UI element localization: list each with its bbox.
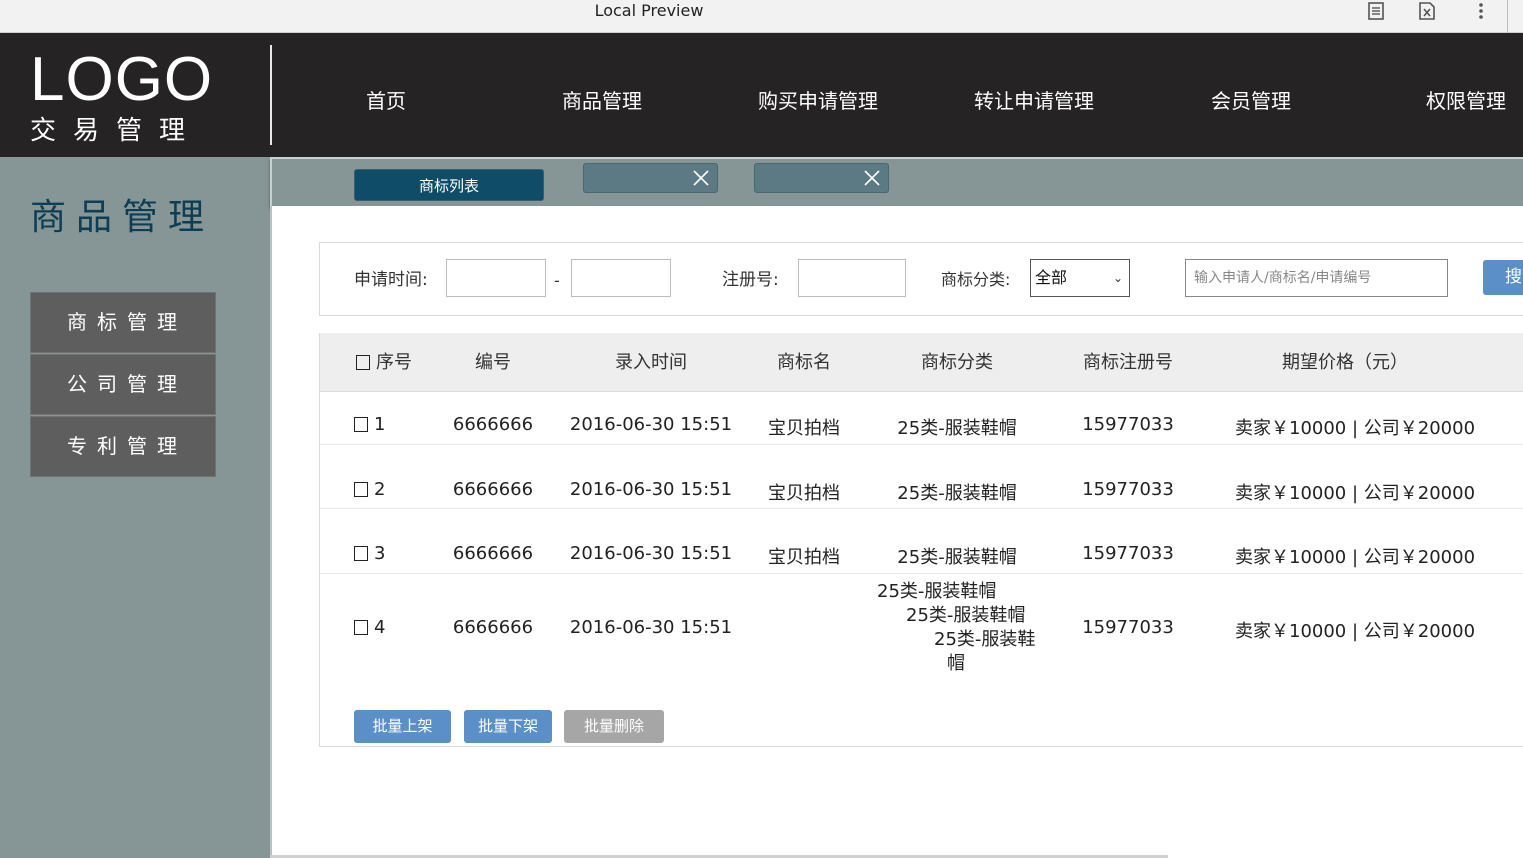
nav-members[interactable]: 会员管理	[1198, 83, 1304, 119]
row-category: 25类-服装鞋帽	[897, 418, 1017, 439]
row-index: 3	[354, 543, 385, 564]
row-reg-no: 15977033	[1082, 543, 1174, 564]
tab-blank-1[interactable]	[583, 163, 718, 193]
row-time: 2016-06-30 15:51	[569, 479, 733, 500]
row-time: 2016-06-30 15:51	[569, 414, 733, 435]
row-index: 2	[354, 479, 385, 500]
table-row[interactable]: 2 6666666 2016-06-30 15:51 宝贝拍档 25类-服装鞋帽…	[320, 445, 1523, 509]
more-menu-icon[interactable]	[1470, 0, 1492, 22]
row-checkbox[interactable]	[354, 417, 368, 432]
sidebar-title: 商品管理	[30, 197, 215, 238]
header-code: 编号	[475, 352, 511, 373]
nav-goods[interactable]: 商品管理	[548, 83, 656, 119]
header-index: 序号	[356, 333, 436, 392]
table-header: 序号 编号 录入时间 商标名 商标分类 商标注册号 期望价格（元）	[320, 333, 1523, 392]
sidebar: 商品管理 商标管理 公司管理 专利管理	[0, 157, 270, 858]
chrome-divider	[1507, 0, 1508, 33]
header-reg-no: 商标注册号	[1083, 352, 1173, 373]
batch-unlist-button[interactable]: 批量下架	[464, 710, 552, 743]
nav-transfer-requests[interactable]: 转让申请管理	[966, 83, 1102, 119]
tab-trademark-list[interactable]: 商标列表	[354, 169, 544, 201]
logo[interactable]: LOGO	[30, 45, 213, 115]
search-input[interactable]: 输入申请人/商标名/申请编号	[1185, 259, 1448, 297]
row-checkbox[interactable]	[354, 620, 368, 635]
row-category: 25类-服装鞋帽	[897, 547, 1017, 568]
category-select-value: 全部	[1035, 268, 1068, 287]
header-divider	[270, 45, 272, 145]
search-button[interactable]: 搜	[1483, 260, 1523, 295]
row-reg-no: 15977033	[1082, 617, 1174, 638]
row-checkbox[interactable]	[354, 482, 368, 497]
logo-subtitle: 交易管理	[30, 116, 203, 146]
row-code: 6666666	[452, 479, 534, 500]
row-price: 卖家￥10000 | 公司￥20000	[1235, 547, 1476, 568]
header-name: 商标名	[777, 352, 831, 373]
row-name: 宝贝拍档	[768, 418, 840, 439]
close-icon[interactable]	[691, 168, 711, 188]
chevron-down-icon: ⌄	[1112, 271, 1123, 285]
table-row[interactable]: 4 6666666 2016-06-30 15:51 25类-服装鞋帽 25类-…	[320, 574, 1523, 684]
date-start-input[interactable]	[446, 259, 546, 297]
row-time: 2016-06-30 15:51	[569, 543, 733, 564]
row-category-line: 帽	[947, 653, 965, 674]
nav-home[interactable]: 首页	[340, 83, 432, 119]
browser-titlebar: Local Preview	[0, 0, 1523, 33]
row-checkbox[interactable]	[354, 546, 368, 561]
browser-title: Local Preview	[594, 1, 704, 20]
select-all-checkbox[interactable]	[356, 355, 370, 370]
nav-purchase-requests[interactable]: 购买申请管理	[750, 83, 886, 119]
reg-label: 注册号:	[722, 270, 779, 290]
reg-number-input[interactable]	[798, 259, 906, 297]
app-header: LOGO 交易管理 首页 商品管理 购买申请管理 转让申请管理 会员管理 权限管…	[0, 33, 1523, 157]
row-index-label: 1	[374, 414, 386, 435]
sidebar-item-patent[interactable]: 专利管理	[30, 416, 216, 477]
row-index: 4	[354, 617, 385, 638]
row-price: 卖家￥10000 | 公司￥20000	[1235, 418, 1476, 439]
date-label: 申请时间:	[354, 270, 428, 290]
row-category-line: 25类-服装鞋帽	[906, 605, 1026, 626]
reader-icon[interactable]	[1365, 0, 1387, 22]
date-end-input[interactable]	[571, 259, 671, 297]
batch-delete-button[interactable]: 批量删除	[564, 710, 664, 743]
close-icon[interactable]	[862, 168, 882, 188]
header-price: 期望价格（元）	[1282, 352, 1408, 373]
row-code: 6666666	[452, 617, 534, 638]
sidebar-item-trademark[interactable]: 商标管理	[30, 292, 216, 353]
header-category: 商标分类	[921, 352, 993, 373]
row-reg-no: 15977033	[1082, 414, 1174, 435]
header-time: 录入时间	[615, 352, 687, 373]
row-price: 卖家￥10000 | 公司￥20000	[1235, 621, 1476, 642]
row-price: 卖家￥10000 | 公司￥20000	[1235, 483, 1476, 504]
tab-bar: 商标列表	[270, 157, 1523, 206]
row-index-label: 2	[374, 479, 386, 500]
row-category-line: 25类-服装鞋帽	[877, 581, 997, 602]
filter-bar: 申请时间: - 注册号: 商标分类: 全部 ⌄ 输入申请人/商标名/申请编号 搜	[319, 242, 1523, 316]
table-row[interactable]: 1 6666666 2016-06-30 15:51 宝贝拍档 25类-服装鞋帽…	[320, 392, 1523, 445]
row-code: 6666666	[452, 414, 534, 435]
row-code: 6666666	[452, 543, 534, 564]
row-index-label: 3	[374, 543, 386, 564]
batch-list-button[interactable]: 批量上架	[354, 710, 451, 743]
header-index-label: 序号	[376, 352, 412, 373]
row-category: 25类-服装鞋帽	[897, 483, 1017, 504]
nav-permissions[interactable]: 权限管理	[1412, 83, 1520, 119]
tab-blank-2[interactable]	[754, 163, 889, 193]
row-index-label: 4	[374, 617, 386, 638]
row-index: 1	[354, 414, 385, 435]
row-name: 宝贝拍档	[768, 547, 840, 568]
category-label: 商标分类:	[941, 270, 1011, 289]
row-time: 2016-06-30 15:51	[569, 617, 733, 638]
row-category-line: 25类-服装鞋	[934, 629, 1036, 650]
date-separator: -	[554, 271, 560, 290]
row-reg-no: 15977033	[1082, 479, 1174, 500]
sidebar-item-company[interactable]: 公司管理	[30, 354, 216, 415]
row-name: 宝贝拍档	[768, 483, 840, 504]
export-icon[interactable]	[1416, 0, 1438, 22]
category-select[interactable]: 全部 ⌄	[1030, 259, 1130, 297]
table-row[interactable]: 3 6666666 2016-06-30 15:51 宝贝拍档 25类-服装鞋帽…	[320, 509, 1523, 574]
trademark-table: 序号 编号 录入时间 商标名 商标分类 商标注册号 期望价格（元） 1 6666…	[319, 333, 1523, 747]
